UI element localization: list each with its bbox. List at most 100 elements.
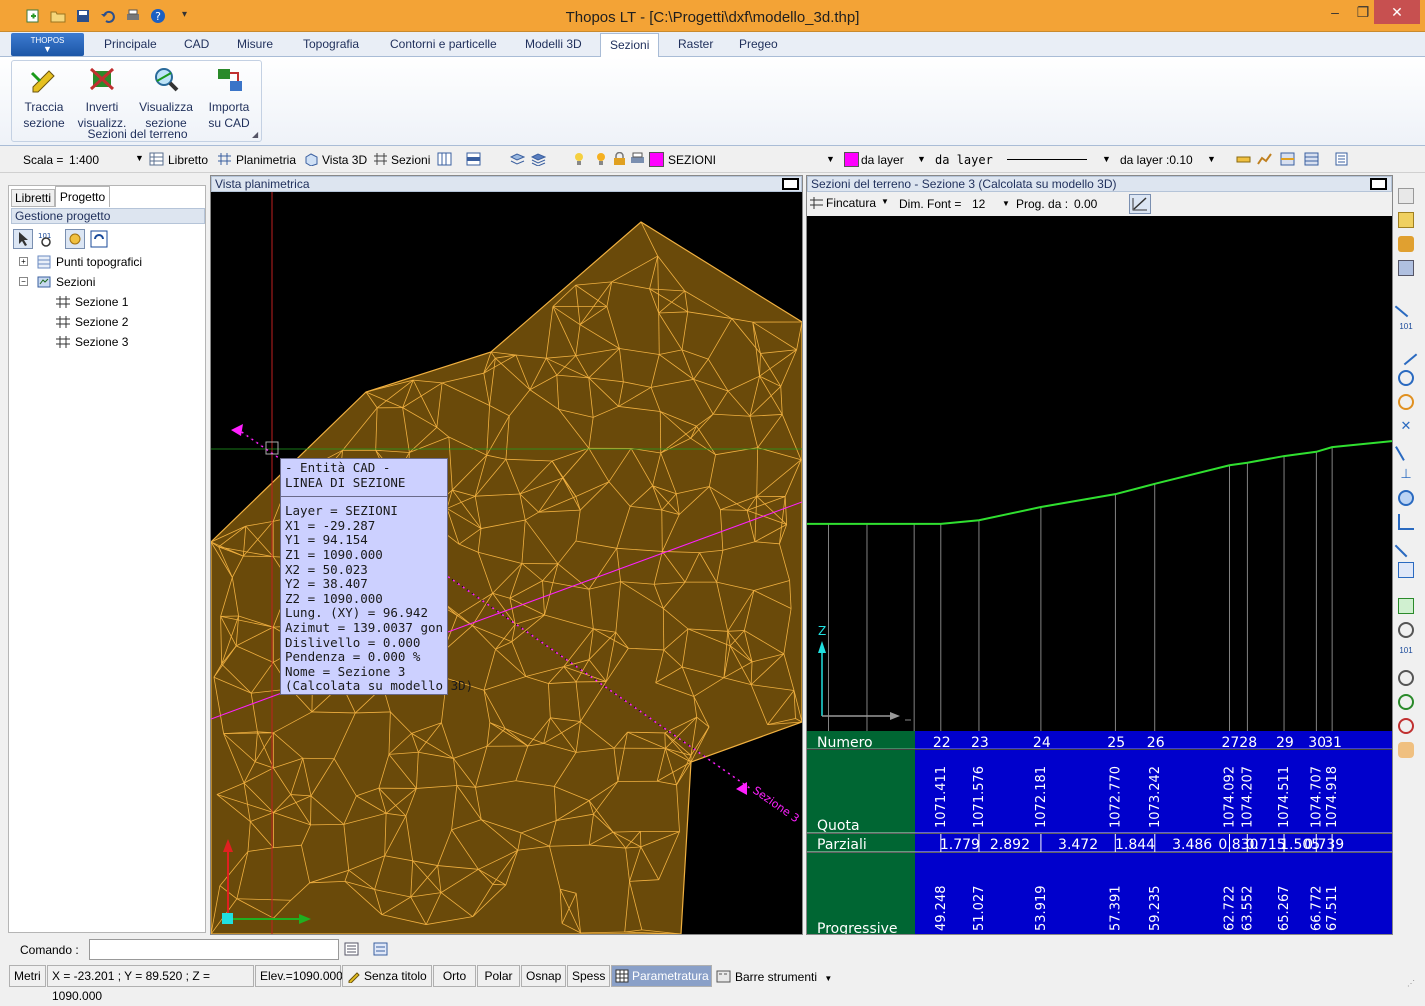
zoom-window-icon[interactable] — [1398, 670, 1414, 686]
pan-hand-icon[interactable] — [1398, 742, 1414, 758]
polyline-icon[interactable] — [1395, 343, 1418, 366]
inverti-visualizz-button[interactable]: Inverti visualizz. — [74, 65, 130, 131]
tab-cad[interactable]: CAD — [184, 37, 209, 51]
tab-principale[interactable]: Principale — [104, 37, 157, 51]
lineweight-select[interactable]: da layer :0.10 — [1120, 153, 1193, 167]
planimetria-button[interactable]: Planimetria — [236, 153, 296, 167]
layer-select[interactable]: SEZIONI — [668, 153, 716, 167]
dim-font-select[interactable]: 12 — [972, 197, 985, 211]
chevron-down-icon[interactable]: ▼ — [917, 154, 926, 164]
style-status[interactable]: Senza titolo — [342, 965, 432, 987]
arc-icon[interactable] — [1398, 394, 1414, 410]
zoom-out-icon[interactable] — [1398, 718, 1414, 734]
zoom-extents-icon[interactable] — [1398, 598, 1414, 614]
eraser-icon[interactable] — [1398, 260, 1414, 276]
color-select[interactable]: da layer — [861, 153, 904, 167]
zoom-in-icon[interactable] — [1398, 694, 1414, 710]
fincatura-button[interactable]: Fincatura — [826, 196, 876, 210]
chevron-down-icon[interactable]: ▼ — [1002, 199, 1010, 208]
tab-misure[interactable]: Misure — [237, 37, 273, 51]
chevron-down-icon[interactable]: ▼ — [826, 154, 835, 164]
tree-item-sezione-2[interactable]: Sezione 2 — [19, 312, 199, 332]
table2-icon[interactable] — [1304, 152, 1319, 166]
search-points-icon[interactable]: 101 — [36, 229, 56, 249]
orto-toggle[interactable]: Orto — [433, 965, 476, 987]
table-icon[interactable] — [1280, 152, 1295, 166]
paste-icon[interactable] — [1398, 212, 1414, 228]
maximize-view-icon[interactable] — [1370, 178, 1387, 190]
layout-rows-icon[interactable] — [466, 152, 481, 166]
chevron-down-icon[interactable]: ▼ — [1102, 154, 1111, 164]
tab-progetto[interactable]: Progetto — [55, 186, 110, 207]
cross-icon[interactable]: ✕ — [1398, 418, 1414, 434]
tree-item-sezione-1[interactable]: Sezione 1 — [19, 292, 199, 312]
ellipse-icon[interactable] — [1398, 490, 1414, 506]
lock-icon[interactable] — [612, 152, 627, 166]
tab-pregeo[interactable]: Pregeo — [739, 37, 778, 51]
scala-select[interactable]: 1:400 ▼ — [66, 150, 144, 169]
zoom-icon[interactable] — [1398, 622, 1414, 638]
zoom-point-icon[interactable]: 101 — [1398, 646, 1414, 662]
refresh-tree-icon[interactable] — [65, 229, 85, 249]
measure-icon[interactable] — [1236, 152, 1251, 166]
vista-3d-icon[interactable] — [304, 152, 319, 166]
print-layer-icon[interactable] — [630, 152, 645, 166]
tab-sezioni[interactable]: Sezioni — [600, 33, 659, 58]
planimetria-icon[interactable] — [217, 152, 232, 166]
tree-item-sezione-3[interactable]: Sezione 3 — [19, 332, 199, 352]
section-canvas[interactable]: Z Numero Quota Parziali Progressive 2210… — [807, 216, 1392, 934]
libretto-button[interactable]: Libretto — [168, 153, 208, 167]
layers-stack-icon[interactable] — [531, 152, 546, 166]
dialog-launcher-icon[interactable]: ◢ — [252, 130, 258, 139]
units-status[interactable]: Metri — [9, 965, 46, 987]
hand-point-icon[interactable] — [1398, 236, 1414, 252]
sezioni-icon[interactable] — [373, 152, 388, 166]
close-button[interactable]: ✕ — [1374, 0, 1420, 24]
tree-item-punti[interactable]: + Punti topografici — [19, 252, 199, 272]
rectangle-icon[interactable] — [1398, 562, 1414, 578]
chevron-down-icon[interactable]: ▼ — [881, 197, 889, 206]
importa-su-cad-button[interactable]: Importa su CAD — [201, 65, 257, 131]
angle-icon[interactable] — [1395, 439, 1417, 461]
point-101-icon[interactable]: 101 — [1398, 322, 1414, 338]
tab-contorni[interactable]: Contorni e particelle — [390, 37, 497, 51]
corner-icon[interactable] — [1398, 514, 1414, 530]
polar-toggle[interactable]: Polar — [477, 965, 520, 987]
sezioni-button[interactable]: Sezioni — [391, 153, 430, 167]
elev-status[interactable]: Elev.=1090.000 — [255, 965, 341, 987]
tree-item-sezioni[interactable]: − Sezioni — [19, 272, 199, 292]
maximize-view-icon[interactable] — [782, 178, 799, 190]
linetype-select[interactable]: da layer — [935, 153, 993, 167]
vista-3d-button[interactable]: Vista 3D — [322, 153, 367, 167]
line-icon[interactable] — [1395, 295, 1418, 318]
chevron-down-icon[interactable]: ▼ — [1207, 154, 1216, 164]
layers-icon[interactable] — [510, 152, 525, 166]
collapse-icon[interactable]: − — [19, 277, 28, 286]
sync-icon[interactable] — [89, 229, 109, 249]
perpendicular-icon[interactable]: ⊥ — [1398, 466, 1414, 482]
tab-libretti[interactable]: Libretti — [11, 189, 55, 207]
command-log-icon[interactable] — [373, 942, 388, 956]
command-history-icon[interactable] — [344, 942, 359, 956]
tab-raster[interactable]: Raster — [678, 37, 713, 51]
offset-icon[interactable] — [1395, 535, 1418, 558]
draw-section-icon[interactable] — [1129, 194, 1151, 214]
spess-toggle[interactable]: Spess — [567, 965, 610, 987]
light-bulb-off-icon[interactable] — [572, 152, 587, 166]
light-bulb-icon[interactable] — [594, 152, 609, 166]
circle-icon[interactable] — [1398, 370, 1414, 386]
select-cursor-icon[interactable] — [13, 229, 33, 249]
traccia-sezione-button[interactable]: Traccia sezione — [16, 65, 72, 131]
layout-columns-icon[interactable] — [437, 152, 452, 166]
barre-strumenti-menu[interactable]: Barre strumenti ▼ — [716, 968, 832, 986]
profile-icon[interactable] — [1257, 152, 1272, 166]
osnap-toggle[interactable]: Osnap — [521, 965, 566, 987]
report-icon[interactable] — [1334, 152, 1349, 166]
tab-topografia[interactable]: Topografia — [303, 37, 359, 51]
copy-icon[interactable] — [1398, 188, 1414, 204]
app-menu-button[interactable]: THOPOS ▼ — [11, 33, 84, 56]
visualizza-sezione-button[interactable]: Visualizza sezione — [138, 65, 194, 131]
libretto-icon[interactable] — [149, 152, 164, 166]
prog-da-input[interactable]: 0.00 — [1074, 197, 1097, 211]
resize-grip-icon[interactable]: ⋰ — [1407, 979, 1415, 988]
